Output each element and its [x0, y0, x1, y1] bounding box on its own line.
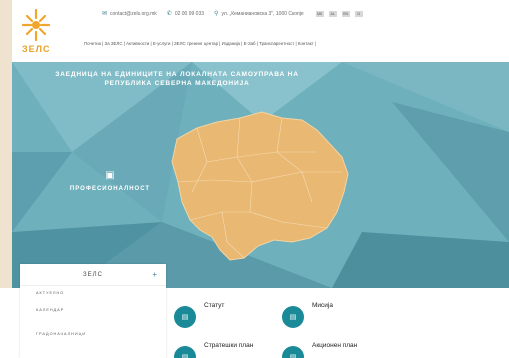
email-text: contact@zels.org.mk — [110, 10, 157, 17]
lang-en[interactable]: EN — [341, 10, 350, 17]
document-icon: ▤ — [174, 346, 196, 358]
email-contact[interactable]: ✉ contact@zels.org.mk — [102, 10, 157, 18]
hero-title-line1: ЗАЕДНИЦА НА ЕДИНИЦИТЕ НА ЛОКАЛНАТА САМОУ… — [55, 71, 299, 78]
language-switcher: МК AL EN Ω — [314, 10, 363, 17]
sidebar-list: АКТУЕЛНО КАЛЕНДАР ГРАДОНАЧАЛНИЦИ — [20, 286, 166, 346]
phone-text: 02 00 99 033 — [174, 10, 205, 17]
address-contact: ⚲ ул. „Кеманиановска 3", 1000 Скопје — [214, 10, 304, 18]
briefcase-icon: ▣ — [105, 170, 115, 181]
sidebar-menu: ЗЕЛС + АКТУЕЛНО КАЛЕНДАР ГРАДОНАЧАЛНИЦИ — [20, 264, 166, 358]
address-text: ул. „Кеманиановска 3", 1000 Скопје — [221, 10, 304, 17]
sidebar-item-calendar[interactable]: КАЛЕНДАР — [36, 298, 166, 322]
link-label: Мисија — [312, 302, 333, 309]
hero-title-line2: РЕПУБЛИКА СЕВЕРНА МАКЕДОНИЈА — [104, 80, 250, 87]
feature-professionalism: ▣ ПРОФЕСИОНАЛНОСТ — [60, 170, 160, 192]
hero-banner: ЗАЕДНИЦА НА ЕДИНИЦИТЕ НА ЛОКАЛНАТА САМОУ… — [12, 62, 509, 288]
mail-icon: ✉ — [102, 11, 108, 17]
zels-logo[interactable]: ЗЕЛС — [14, 6, 58, 54]
contact-bar: ✉ contact@zels.org.mk ✆ 02 00 99 033 ⚲ у… — [102, 10, 363, 17]
link-action-plan[interactable]: ▤ Акционен план — [282, 340, 357, 358]
lang-other[interactable]: Ω — [354, 10, 363, 17]
lang-mk[interactable]: МК — [315, 10, 324, 17]
document-icon: ▤ — [282, 346, 304, 358]
phone-icon: ✆ — [166, 11, 172, 17]
link-statute[interactable]: ▤ Статут — [174, 300, 224, 328]
sidebar-title: ЗЕЛС — [83, 271, 103, 278]
logo-text: ЗЕЛС — [22, 44, 51, 54]
lang-al[interactable]: AL — [328, 10, 337, 17]
feature-label: ПРОФЕСИОНАЛНОСТ — [69, 186, 151, 192]
left-beige-strip — [0, 0, 12, 288]
plus-icon[interactable]: + — [152, 270, 158, 279]
link-mission[interactable]: ▤ Мисија — [282, 300, 333, 328]
document-icon: ▤ — [174, 306, 196, 328]
link-label: Стратешки план — [204, 342, 254, 349]
link-label: Акционен план — [312, 342, 358, 349]
phone-contact[interactable]: ✆ 02 00 99 033 — [166, 10, 205, 18]
main-navigation[interactable]: Почетна | За ЗЕЛС | Активности | Е-услуг… — [84, 41, 316, 46]
link-strategic-plan[interactable]: ▤ Стратешки план — [174, 340, 253, 358]
sun-logo-icon — [21, 8, 51, 42]
sidebar-item-news[interactable]: АКТУЕЛНО — [36, 286, 166, 298]
document-icon: ▤ — [282, 306, 304, 328]
hero-title: ЗАЕДНИЦА НА ЕДИНИЦИТЕ НА ЛОКАЛНАТА САМОУ… — [12, 70, 342, 88]
sidebar-item-mayors[interactable]: ГРАДОНАЧАЛНИЦИ — [36, 322, 166, 346]
sidebar-header[interactable]: ЗЕЛС + — [20, 264, 166, 286]
link-label: Статут — [204, 302, 225, 309]
location-pin-icon: ⚲ — [214, 11, 219, 17]
site-header: ЗЕЛС ✉ contact@zels.org.mk ✆ 02 00 99 03… — [12, 0, 509, 62]
